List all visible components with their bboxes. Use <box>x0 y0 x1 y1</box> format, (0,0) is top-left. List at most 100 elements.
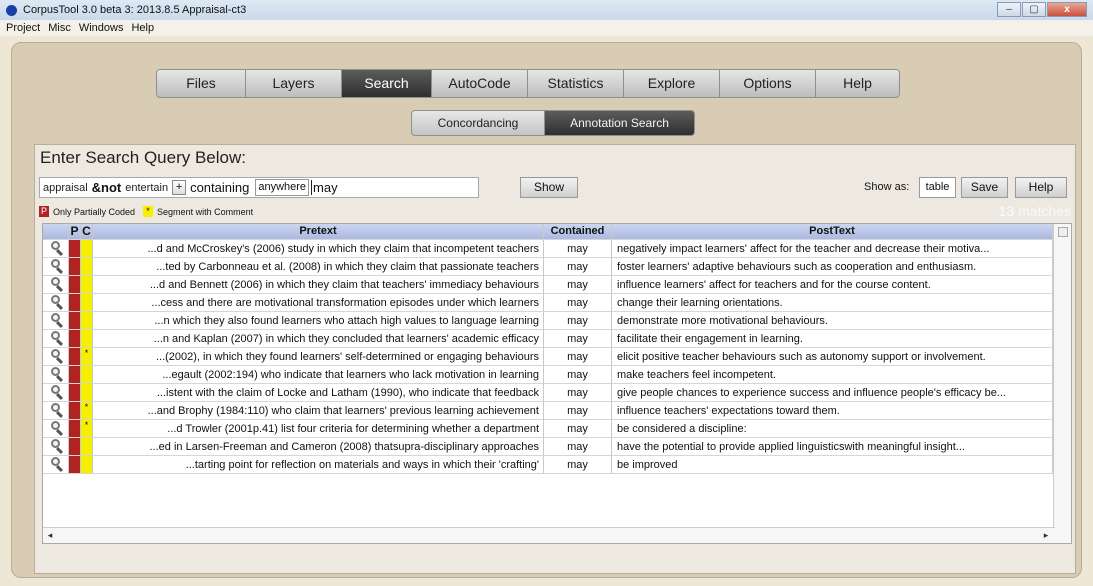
view-segment-button[interactable] <box>43 366 69 384</box>
query-heading: Enter Search Query Below: <box>40 148 246 167</box>
query-operator[interactable]: &not <box>92 180 122 195</box>
pretext-cell: ...d and McCroskey's (2006) study in whi… <box>93 240 544 258</box>
view-segment-button[interactable] <box>43 384 69 402</box>
pretext-cell: ...cess and there are motivational trans… <box>93 294 544 312</box>
table-row[interactable]: ...istent with the claim of Locke and La… <box>43 384 1053 402</box>
contained-cell: may <box>544 384 612 402</box>
table-row[interactable]: * ...(2002), in which they found learner… <box>43 348 1053 366</box>
table-row[interactable]: ...cess and there are motivational trans… <box>43 294 1053 312</box>
main-tab-bar: Files Layers Search AutoCode Statistics … <box>156 69 900 98</box>
table-row[interactable]: ...n which they also found learners who … <box>43 312 1053 330</box>
pretext-cell: ...n and Kaplan (2007) in which they con… <box>93 330 544 348</box>
table-row[interactable]: * ...and Brophy (1984:110) who claim tha… <box>43 402 1053 420</box>
tab-help[interactable]: Help <box>816 69 900 98</box>
view-segment-button[interactable] <box>43 294 69 312</box>
search-value-field[interactable]: may <box>311 180 338 195</box>
query-input[interactable]: appraisal &not entertain + containing an… <box>39 177 479 198</box>
minimize-button[interactable]: – <box>997 2 1021 17</box>
scope-select[interactable]: anywhere <box>255 179 310 196</box>
partial-marker <box>69 276 81 294</box>
partial-marker <box>69 438 81 456</box>
menu-help[interactable]: Help <box>131 22 154 34</box>
scroll-right-arrow-icon[interactable]: ▸ <box>1041 530 1051 541</box>
posttext-cell: be improved <box>612 456 1053 474</box>
posttext-cell: give people chances to experience succes… <box>612 384 1053 402</box>
help-button[interactable]: Help <box>1015 177 1067 198</box>
match-count: 13 matches <box>998 203 1071 219</box>
tab-layers[interactable]: Layers <box>246 69 342 98</box>
pretext-cell: ...(2002), in which they found learners'… <box>93 348 544 366</box>
view-segment-button[interactable] <box>43 348 69 366</box>
show-button[interactable]: Show <box>520 177 578 198</box>
save-button[interactable]: Save <box>961 177 1008 198</box>
window-title: CorpusTool 3.0 beta 3: 2013.8.5 Appraisa… <box>23 4 247 16</box>
scroll-left-arrow-icon[interactable]: ◂ <box>45 530 55 541</box>
table-row[interactable]: ...egault (2002:194) who indicate that l… <box>43 366 1053 384</box>
header-posttext[interactable]: PostText <box>612 224 1053 240</box>
magnifier-icon <box>49 276 63 293</box>
tab-autocode[interactable]: AutoCode <box>432 69 528 98</box>
tab-statistics[interactable]: Statistics <box>528 69 624 98</box>
table-row[interactable]: ...d and Bennett (2006) in which they cl… <box>43 276 1053 294</box>
query-term-2[interactable]: entertain <box>125 182 168 194</box>
partial-coded-label: Only Partially Coded <box>53 206 136 217</box>
view-segment-button[interactable] <box>43 420 69 438</box>
view-segment-button[interactable] <box>43 438 69 456</box>
maximize-button[interactable]: ▢ <box>1022 2 1046 17</box>
partial-marker <box>69 402 81 420</box>
posttext-cell: negatively impact learners' affect for t… <box>612 240 1053 258</box>
pretext-cell: ...egault (2002:194) who indicate that l… <box>93 366 544 384</box>
view-segment-button[interactable] <box>43 330 69 348</box>
view-segment-button[interactable] <box>43 240 69 258</box>
header-pretext[interactable]: Pretext <box>93 224 544 240</box>
table-row[interactable]: ...n and Kaplan (2007) in which they con… <box>43 330 1053 348</box>
pretext-cell: ...istent with the claim of Locke and La… <box>93 384 544 402</box>
add-term-button[interactable]: + <box>172 180 187 195</box>
view-segment-button[interactable] <box>43 312 69 330</box>
table-row[interactable]: ...tarting point for reflection on mater… <box>43 456 1053 474</box>
comment-marker <box>81 384 93 402</box>
header-contained[interactable]: Contained <box>544 224 612 240</box>
scroll-up-arrow-icon[interactable] <box>1057 227 1068 237</box>
menu-windows[interactable]: Windows <box>79 22 124 34</box>
partial-marker <box>69 456 81 474</box>
posttext-cell: change their learning orientations. <box>612 294 1053 312</box>
contained-cell: may <box>544 420 612 438</box>
menu-bar: Project Misc Windows Help <box>0 20 1093 36</box>
tab-concordancing[interactable]: Concordancing <box>411 110 545 136</box>
view-segment-button[interactable] <box>43 258 69 276</box>
pretext-cell: ...ted by Carbonneau et al. (2008) in wh… <box>93 258 544 276</box>
contained-cell: may <box>544 258 612 276</box>
table-row[interactable]: ...ed in Larsen-Freeman and Cameron (200… <box>43 438 1053 456</box>
tab-annotation-search[interactable]: Annotation Search <box>545 110 695 136</box>
table-row[interactable]: * ...d Trowler (2001p.41) list four crit… <box>43 420 1053 438</box>
view-segment-button[interactable] <box>43 276 69 294</box>
results-table: P C Pretext Contained PostText ...d and … <box>42 223 1072 544</box>
table-row[interactable]: ...d and McCroskey's (2006) study in whi… <box>43 240 1053 258</box>
tab-search[interactable]: Search <box>342 69 432 98</box>
close-button[interactable]: x <box>1047 2 1087 17</box>
header-c[interactable]: C <box>81 224 93 240</box>
posttext-cell: influence learners' affect for teachers … <box>612 276 1053 294</box>
show-as-select[interactable]: table <box>919 177 956 198</box>
view-segment-button[interactable] <box>43 456 69 474</box>
comment-marker <box>81 294 93 312</box>
magnifier-icon <box>49 294 63 311</box>
partial-coded-swatch: P <box>39 206 49 217</box>
view-segment-button[interactable] <box>43 402 69 420</box>
tab-options[interactable]: Options <box>720 69 816 98</box>
header-p[interactable]: P <box>69 224 81 240</box>
table-row[interactable]: ...ted by Carbonneau et al. (2008) in wh… <box>43 258 1053 276</box>
pretext-cell: ...and Brophy (1984:110) who claim that … <box>93 402 544 420</box>
tab-explore[interactable]: Explore <box>624 69 720 98</box>
horizontal-scrollbar[interactable]: ◂ ▸ <box>43 527 1055 543</box>
menu-misc[interactable]: Misc <box>48 22 71 34</box>
contained-cell: may <box>544 312 612 330</box>
posttext-cell: demonstrate more motivational behaviours… <box>612 312 1053 330</box>
menu-project[interactable]: Project <box>6 22 40 34</box>
query-term-1[interactable]: appraisal <box>43 182 88 194</box>
pretext-cell: ...ed in Larsen-Freeman and Cameron (200… <box>93 438 544 456</box>
tab-files[interactable]: Files <box>156 69 246 98</box>
partial-marker <box>69 240 81 258</box>
vertical-scrollbar[interactable] <box>1053 224 1071 543</box>
